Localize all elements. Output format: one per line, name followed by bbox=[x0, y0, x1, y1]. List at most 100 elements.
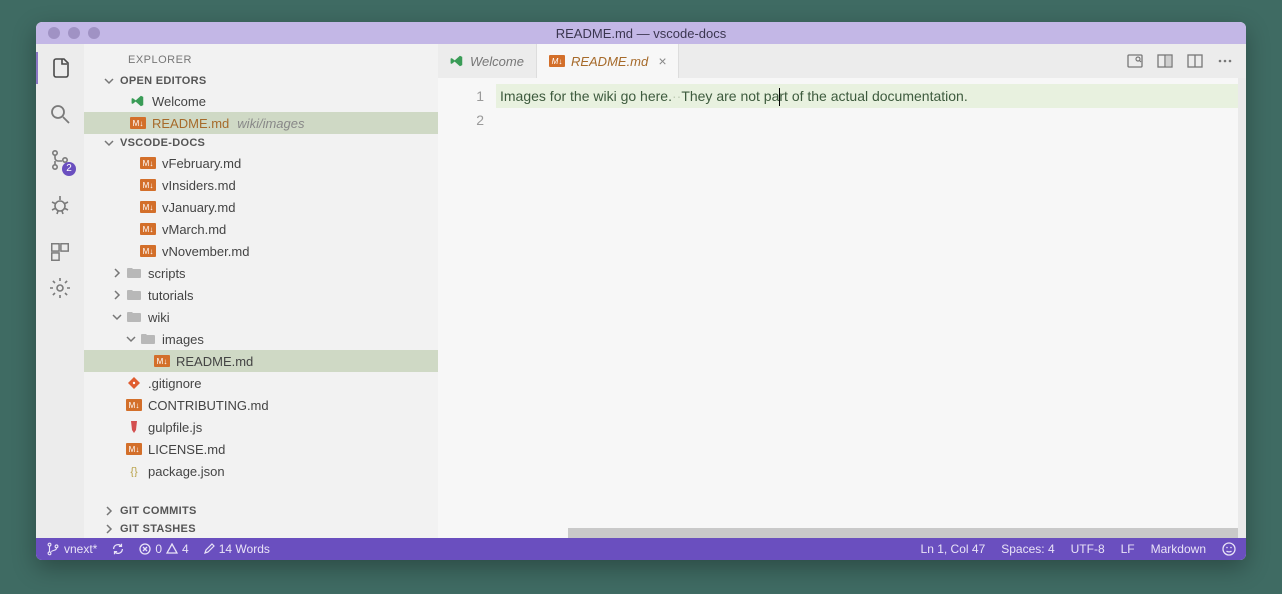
search-icon[interactable] bbox=[46, 100, 74, 128]
close-window-button[interactable] bbox=[48, 27, 60, 39]
folder-icon bbox=[126, 309, 142, 325]
file-item[interactable]: M↓vNovember.md bbox=[84, 240, 438, 262]
file-item[interactable]: M↓LICENSE.md bbox=[84, 438, 438, 460]
folder-label: wiki bbox=[148, 310, 170, 325]
svg-text:M↓: M↓ bbox=[143, 159, 154, 168]
window-title: README.md — vscode-docs bbox=[556, 26, 727, 41]
folder-icon bbox=[126, 265, 142, 281]
status-word-count[interactable]: 14 Words bbox=[203, 542, 270, 556]
workspace-label: VSCODE-DOCS bbox=[120, 137, 205, 149]
minimize-window-button[interactable] bbox=[68, 27, 80, 39]
scrollbar-thumb[interactable] bbox=[568, 528, 1238, 538]
file-item[interactable]: gulpfile.js bbox=[84, 416, 438, 438]
git-branch-icon bbox=[46, 542, 60, 556]
settings-gear-icon[interactable] bbox=[46, 274, 74, 302]
sync-icon bbox=[111, 542, 125, 556]
status-encoding[interactable]: UTF-8 bbox=[1071, 542, 1105, 556]
tab-bar: Welcome M↓ README.md × bbox=[438, 44, 1246, 78]
source-control-icon[interactable]: 2 bbox=[46, 146, 74, 174]
window-controls bbox=[36, 27, 100, 39]
folder-item-images[interactable]: images bbox=[84, 328, 438, 350]
horizontal-scrollbar[interactable] bbox=[554, 528, 1230, 538]
git-commits-header[interactable]: GIT COMMITS bbox=[84, 502, 438, 520]
split-editor-icon[interactable] bbox=[1186, 52, 1204, 70]
file-label: .gitignore bbox=[148, 376, 201, 391]
file-item[interactable]: M↓ vFebruary.md bbox=[84, 152, 438, 174]
md-file-icon: M↓ bbox=[126, 397, 142, 413]
svg-text:{}: {} bbox=[130, 466, 138, 477]
file-item[interactable]: .gitignore bbox=[84, 372, 438, 394]
vscode-logo-icon bbox=[450, 54, 464, 68]
code-line[interactable]: Images for the wiki go here.··They are n… bbox=[496, 84, 1238, 108]
status-cursor-position[interactable]: Ln 1, Col 47 bbox=[921, 542, 986, 556]
md-file-icon: M↓ bbox=[140, 243, 156, 259]
minimap[interactable] bbox=[1238, 78, 1246, 538]
file-item[interactable]: {} package.json bbox=[84, 460, 438, 482]
file-item[interactable]: M↓vJanuary.md bbox=[84, 196, 438, 218]
open-preview-icon[interactable] bbox=[1126, 52, 1144, 70]
file-label: vFebruary.md bbox=[162, 156, 241, 171]
file-label: vInsiders.md bbox=[162, 178, 236, 193]
status-feedback-icon[interactable] bbox=[1222, 542, 1236, 556]
tab-readme[interactable]: M↓ README.md × bbox=[537, 44, 679, 78]
open-editor-item[interactable]: M↓ README.md wiki/images bbox=[84, 112, 438, 134]
line-gutter: 1 2 bbox=[438, 78, 496, 538]
code-content[interactable]: Images for the wiki go here.··They are n… bbox=[496, 78, 1238, 538]
svg-text:M↓: M↓ bbox=[129, 445, 140, 454]
folder-item[interactable]: tutorials bbox=[84, 284, 438, 306]
open-editor-item[interactable]: Welcome bbox=[84, 90, 438, 112]
open-editor-label: Welcome bbox=[152, 94, 206, 109]
folder-icon bbox=[140, 331, 156, 347]
line-number: 2 bbox=[438, 108, 484, 132]
sidebar-title: EXPLORER bbox=[84, 44, 438, 72]
status-problems[interactable]: 0 4 bbox=[139, 542, 188, 556]
file-item-readme[interactable]: M↓ README.md bbox=[84, 350, 438, 372]
open-editors-header[interactable]: OPEN EDITORS bbox=[84, 72, 438, 90]
tab-label: README.md bbox=[571, 54, 648, 69]
status-eol[interactable]: LF bbox=[1121, 542, 1135, 556]
svg-text:M↓: M↓ bbox=[129, 401, 140, 410]
md-file-icon: M↓ bbox=[140, 155, 156, 171]
workspace-header[interactable]: VSCODE-DOCS bbox=[84, 134, 438, 152]
markdown-file-icon: M↓ bbox=[154, 353, 170, 369]
file-item[interactable]: M↓vMarch.md bbox=[84, 218, 438, 240]
extensions-icon[interactable] bbox=[46, 238, 74, 266]
explorer-icon[interactable] bbox=[46, 54, 74, 82]
status-language[interactable]: Markdown bbox=[1151, 542, 1206, 556]
file-item[interactable]: M↓ CONTRIBUTING.md bbox=[84, 394, 438, 416]
code-editor[interactable]: 1 2 Images for the wiki go here.··They a… bbox=[438, 78, 1246, 538]
tab-label: Welcome bbox=[470, 54, 524, 69]
file-label: package.json bbox=[148, 464, 225, 479]
chevron-down-icon bbox=[104, 76, 116, 86]
workbench: 2 EXPLORER OPEN EDITORS bbox=[36, 44, 1246, 538]
git-stashes-header[interactable]: GIT STASHES bbox=[84, 520, 438, 538]
titlebar[interactable]: README.md — vscode-docs bbox=[36, 22, 1246, 44]
status-indentation[interactable]: Spaces: 4 bbox=[1001, 542, 1054, 556]
status-branch[interactable]: vnext* bbox=[46, 542, 97, 556]
git-commits-label: GIT COMMITS bbox=[120, 505, 197, 517]
svg-text:M↓: M↓ bbox=[143, 247, 154, 256]
close-tab-icon[interactable]: × bbox=[658, 53, 666, 69]
app-window: README.md — vscode-docs 2 bbox=[36, 22, 1246, 560]
json-file-icon: {} bbox=[126, 463, 142, 479]
debug-icon[interactable] bbox=[46, 192, 74, 220]
file-label: vJanuary.md bbox=[162, 200, 235, 215]
tab-welcome[interactable]: Welcome bbox=[438, 44, 537, 78]
file-label: README.md bbox=[176, 354, 253, 369]
split-preview-icon[interactable] bbox=[1156, 52, 1174, 70]
error-icon bbox=[139, 543, 151, 555]
status-sync[interactable] bbox=[111, 542, 125, 556]
svg-text:M↓: M↓ bbox=[143, 181, 154, 190]
open-editor-path: wiki/images bbox=[237, 116, 304, 131]
folder-item[interactable]: scripts bbox=[84, 262, 438, 284]
zoom-window-button[interactable] bbox=[88, 27, 100, 39]
editor-actions bbox=[1126, 44, 1246, 78]
chevron-right-icon bbox=[104, 524, 116, 534]
whitespace-dots: ·· bbox=[672, 88, 681, 104]
folder-item-wiki[interactable]: wiki bbox=[84, 306, 438, 328]
more-actions-icon[interactable] bbox=[1216, 52, 1234, 70]
open-editor-label: README.md bbox=[152, 116, 229, 131]
file-item[interactable]: M↓ vInsiders.md bbox=[84, 174, 438, 196]
file-label: CONTRIBUTING.md bbox=[148, 398, 269, 413]
chevron-icon bbox=[112, 290, 124, 300]
